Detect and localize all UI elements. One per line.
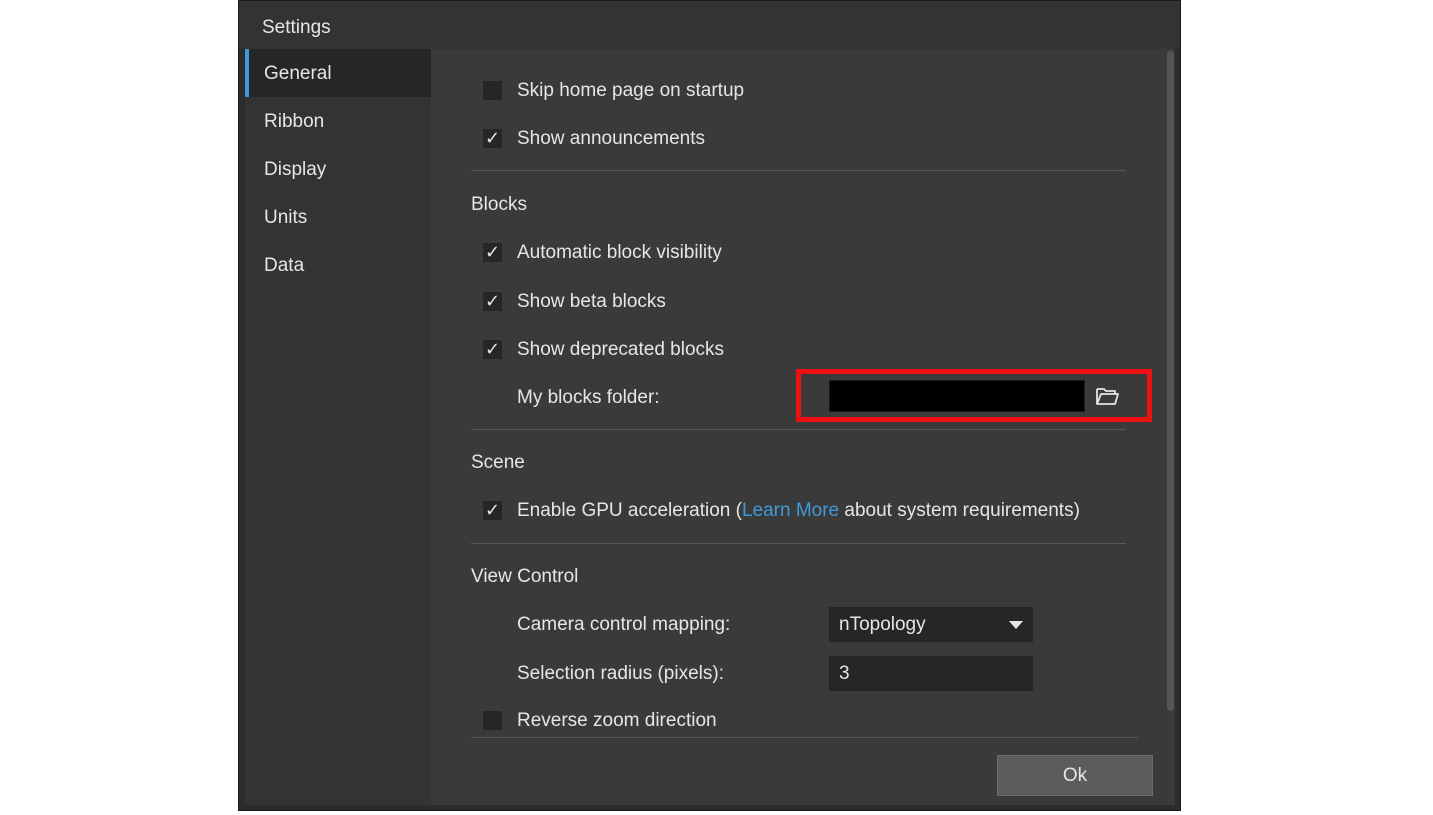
skip-home-label: Skip home page on startup (517, 80, 745, 101)
section-divider (471, 429, 1126, 430)
gpu-label-prefix: Enable GPU acceleration ( (517, 500, 742, 521)
footer-divider (471, 737, 1138, 738)
auto-block-visibility-label: Automatic block visibility (517, 242, 722, 263)
sidebar-item-data[interactable]: Data (245, 241, 431, 289)
gpu-acceleration-label: Enable GPU acceleration (Learn More abou… (517, 496, 1080, 526)
folder-highlight-box (796, 369, 1152, 422)
settings-dialog: Settings General Ribbon Display Units Da… (238, 0, 1181, 811)
gpu-label-suffix: about system requirements) (839, 500, 1080, 521)
settings-content: Skip home page on startup ✓ Show announc… (431, 49, 1175, 805)
sidebar-item-display[interactable]: Display (245, 145, 431, 193)
dialog-title: Settings (239, 1, 1180, 49)
show-beta-blocks-label: Show beta blocks (517, 291, 666, 312)
camera-control-select[interactable]: nTopology (829, 607, 1033, 642)
skip-home-checkbox[interactable] (483, 81, 502, 100)
show-deprecated-blocks-label: Show deprecated blocks (517, 339, 725, 360)
sidebar-item-general[interactable]: General (245, 49, 431, 97)
view-control-section-title: View Control (471, 566, 579, 587)
blocks-section-title: Blocks (471, 194, 527, 215)
show-beta-blocks-checkbox[interactable]: ✓ (483, 292, 502, 311)
selection-radius-label: Selection radius (pixels): (517, 663, 724, 684)
section-divider (471, 543, 1126, 544)
scrollbar-thumb[interactable] (1167, 51, 1174, 711)
sidebar-item-units[interactable]: Units (245, 193, 431, 241)
chevron-down-icon (1009, 621, 1023, 629)
sidebar-item-ribbon[interactable]: Ribbon (245, 97, 431, 145)
section-divider (471, 170, 1126, 171)
show-announcements-label: Show announcements (517, 128, 706, 149)
show-deprecated-blocks-checkbox[interactable]: ✓ (483, 340, 502, 359)
reverse-zoom-label: Reverse zoom direction (517, 710, 717, 731)
camera-control-label: Camera control mapping: (517, 614, 731, 635)
selection-radius-input[interactable]: 3 (829, 656, 1033, 691)
gpu-acceleration-checkbox[interactable]: ✓ (483, 501, 502, 520)
content-scrollbar[interactable] (1166, 49, 1175, 713)
reverse-zoom-checkbox[interactable] (483, 711, 502, 730)
settings-sidebar: General Ribbon Display Units Data (245, 49, 431, 805)
camera-control-value: nTopology (839, 614, 926, 635)
show-announcements-checkbox[interactable]: ✓ (483, 129, 502, 148)
auto-block-visibility-checkbox[interactable]: ✓ (483, 243, 502, 262)
my-blocks-folder-label: My blocks folder: (517, 387, 660, 408)
learn-more-link[interactable]: Learn More (742, 500, 839, 521)
scene-section-title: Scene (471, 452, 525, 473)
ok-button[interactable]: Ok (997, 755, 1153, 796)
